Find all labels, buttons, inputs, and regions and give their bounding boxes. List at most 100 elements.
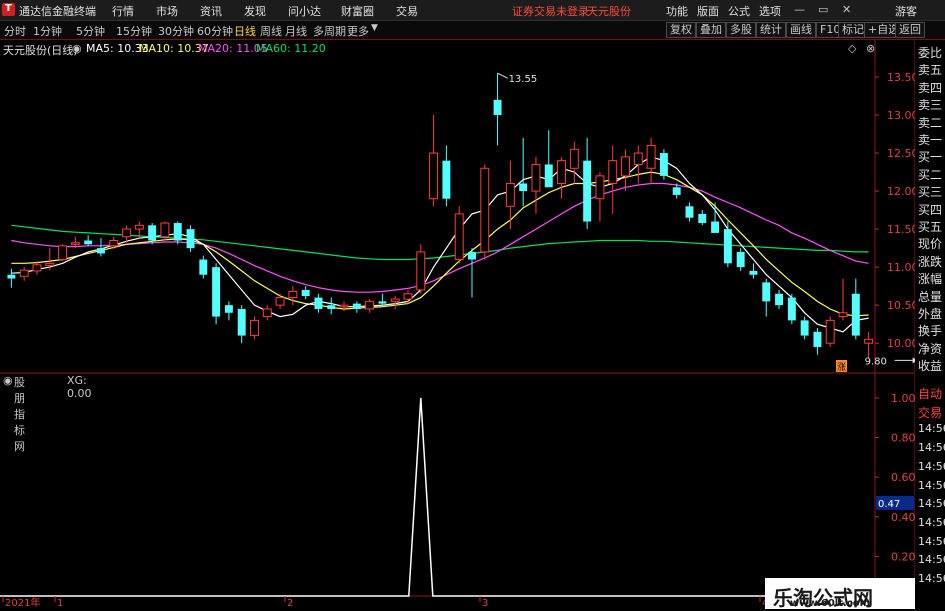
diamond-icon[interactable]: ◇ [848, 42, 856, 55]
candle-body [45, 262, 55, 267]
period-15min[interactable]: 15分钟 [116, 23, 152, 39]
period-bar: 分时 1分钟 5分钟 15分钟 30分钟 60分钟 日线 周线 月线 多周期 更… [0, 21, 945, 40]
candle-body [7, 274, 16, 279]
candle-body [301, 289, 310, 297]
indicator-toggle-icon[interactable]: ◉ [3, 374, 13, 387]
order-panel-label: 买三 [918, 185, 943, 200]
candle-body [569, 148, 579, 169]
order-panel-label: 卖一 [918, 133, 943, 147]
candle-body [787, 297, 796, 321]
order-panel-label: 卖二 [918, 115, 943, 130]
candle-body [70, 242, 80, 245]
period-intraday[interactable]: 分时 [4, 23, 26, 39]
indicator-axis-label: 0.60 [891, 471, 915, 484]
candle-body [250, 319, 259, 337]
minimize-icon[interactable]: — [794, 3, 805, 16]
multi-stock-button[interactable]: 多股 [726, 22, 756, 38]
stats-button[interactable]: 统计 [756, 22, 786, 38]
logo-letter: T [5, 3, 12, 14]
trade-time: 14:56 [918, 459, 945, 473]
menu-layout[interactable]: 版面 [697, 3, 719, 19]
indicator-axis-label: 0.20 [891, 550, 915, 563]
trade-panel-label: 交易 [918, 405, 943, 420]
kline-chart[interactable]: 13.5013.0012.5012.0011.5011.0010.5010.00… [0, 40, 915, 609]
candle-body [160, 222, 170, 238]
maximize-icon[interactable]: ▭ [818, 3, 828, 16]
menu-market[interactable]: 市场 [156, 3, 178, 19]
menu-ask[interactable]: 问小达 [288, 3, 321, 19]
menu-options[interactable]: 选项 [759, 3, 781, 19]
candle-body [480, 167, 490, 253]
indicator-axis-label: 1.00 [891, 392, 915, 405]
cursor-value-label: 0.47 [878, 499, 900, 510]
candle-body [851, 293, 860, 336]
trade-time: 14:56 [918, 572, 945, 585]
period-30min[interactable]: 30分钟 [158, 23, 194, 39]
price-axis-label: 13.00 [887, 109, 915, 122]
trade-time: 14:56 [918, 515, 945, 529]
candle-body [493, 99, 502, 116]
candle-body [237, 308, 246, 336]
period-multi[interactable]: 多周期 [313, 23, 346, 39]
menu-news[interactable]: 资讯 [200, 3, 222, 19]
indicator-value: XG: 0.00 [67, 374, 92, 400]
candle-body [468, 251, 476, 260]
candle-body [429, 152, 439, 200]
menu-quotes[interactable]: 行情 [112, 3, 134, 19]
menu-wealth[interactable]: 财富圈 [341, 3, 374, 19]
price-axis-label: 11.00 [887, 261, 915, 274]
menu-trade[interactable]: 交易 [396, 3, 418, 19]
candle-body [442, 160, 451, 199]
period-daily[interactable]: 日线 [234, 23, 256, 39]
menu-discover[interactable]: 发现 [244, 3, 266, 19]
chart-title: 天元股份(日线) [3, 44, 78, 57]
period-1min[interactable]: 1分钟 [33, 23, 62, 39]
indicator-toggle-icon[interactable]: ◉ [72, 42, 82, 55]
price-axis-label: 12.50 [887, 147, 915, 160]
overlay-button[interactable]: 叠加 [696, 22, 726, 38]
period-more[interactable]: 更多 [347, 23, 369, 39]
candle-body [838, 312, 848, 318]
candle-body [288, 290, 298, 299]
candle-body [352, 303, 361, 309]
period-5min[interactable]: 5分钟 [76, 23, 105, 39]
candle-body [186, 229, 195, 249]
price-axis-label: 12.00 [887, 185, 915, 198]
trade-time: 14:56 [918, 478, 945, 492]
period-weekly[interactable]: 周线 [260, 23, 282, 39]
period-60min[interactable]: 60分钟 [197, 23, 233, 39]
menu-bar: T 通达信金融终端 行情 市场 资讯 发现 问小达 财富圈 交易 证券交易未登录… [0, 0, 945, 21]
back-button[interactable]: 返回 [895, 22, 925, 38]
draw-button[interactable]: 画线 [786, 22, 816, 38]
candle-body [646, 144, 656, 169]
menu-formula[interactable]: 公式 [728, 3, 750, 19]
order-panel: 委比 卖五 卖四 卖三 卖二 卖一 买一 买二 买三 买四 买五 现价 涨跌 涨幅 总量 外盘 换手 净资 收益 自动… [915, 40, 945, 609]
candle-body [199, 259, 208, 275]
order-panel-label: 现价 [918, 237, 943, 252]
close-icon[interactable]: ✕ [842, 3, 851, 16]
trade-time: 14:56 [918, 441, 945, 455]
more-arrow-icon[interactable]: ▼ [371, 23, 378, 33]
low-marker-label: 9.80 [865, 356, 887, 367]
trade-time: 14:56 [918, 497, 945, 511]
period-monthly[interactable]: 月线 [285, 23, 307, 39]
trade-panel-label[interactable]: 自动 [918, 385, 942, 402]
candle-body [544, 164, 553, 188]
guest-label[interactable]: 游客 [895, 3, 917, 19]
price-axis-label: 10.50 [887, 299, 915, 312]
adjust-button[interactable]: 复权 [666, 22, 696, 38]
expand-icon[interactable]: ⊗ [866, 42, 875, 55]
order-panel-label: 外盘 [918, 307, 943, 321]
indicator-axis-label: 0.80 [891, 432, 915, 445]
candle-body [58, 245, 68, 261]
login-status[interactable]: 证券交易未登录 [512, 3, 589, 19]
order-panel-label: 涨跌 [918, 254, 943, 269]
price-axis-label: 11.50 [887, 223, 915, 236]
order-panel-label: 涨幅 [918, 272, 943, 287]
menu-function[interactable]: 功能 [666, 3, 688, 19]
candle-body [173, 223, 182, 241]
candle-body [378, 301, 387, 304]
trade-time: 14:56 [918, 534, 945, 548]
ma60-label: MA60: 11.20 [256, 42, 326, 55]
candle-body [148, 225, 157, 241]
